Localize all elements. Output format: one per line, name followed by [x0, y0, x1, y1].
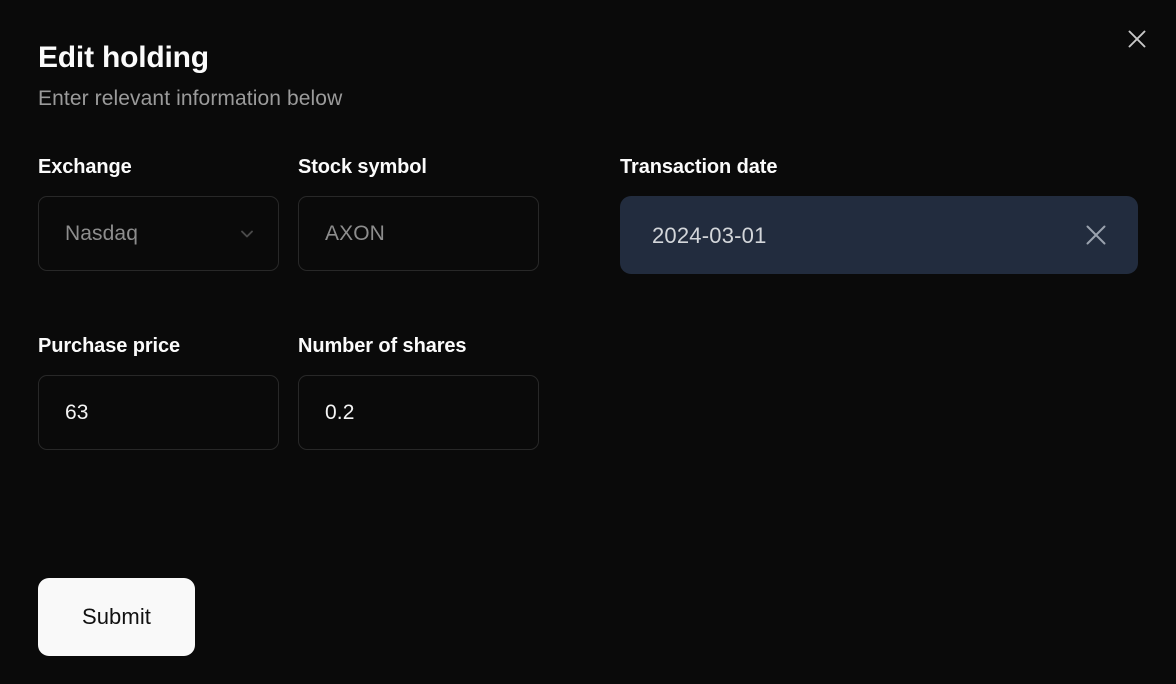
field-empty-spacer: [620, 334, 1138, 450]
transaction-date-control-wrap: 2024-03-01: [620, 196, 1138, 274]
close-button[interactable]: [1120, 22, 1154, 56]
transaction-date-label: Transaction date: [620, 156, 778, 178]
field-exchange: Exchange Nasdaq: [38, 155, 298, 274]
modal-subtitle: Enter relevant information below: [38, 87, 343, 110]
transaction-date-input[interactable]: 2024-03-01: [620, 196, 1138, 274]
field-purchase-price: Purchase price 63: [38, 334, 298, 450]
purchase-price-input[interactable]: 63: [38, 375, 279, 450]
purchase-price-label: Purchase price: [38, 335, 181, 357]
edit-holding-modal: Edit holding Enter relevant information …: [0, 0, 1176, 684]
number-of-shares-value: 0.2: [325, 400, 355, 424]
field-number-of-shares: Number of shares 0.2: [298, 334, 620, 450]
number-of-shares-input[interactable]: 0.2: [298, 375, 539, 450]
number-of-shares-label: Number of shares: [298, 335, 467, 357]
field-transaction-date: Transaction date 2024-03-01: [620, 155, 1138, 274]
exchange-selected-value: Nasdaq: [65, 221, 138, 245]
close-icon: [1126, 28, 1148, 50]
purchase-price-control-wrap: 63: [38, 375, 298, 450]
submit-button[interactable]: Submit: [38, 578, 195, 656]
purchase-price-value: 63: [65, 400, 89, 424]
exchange-control-wrap: Nasdaq: [38, 196, 298, 271]
number-of-shares-control-wrap: 0.2: [298, 375, 620, 450]
stock-symbol-label: Stock symbol: [298, 156, 427, 178]
modal-header: Edit holding Enter relevant information …: [38, 40, 1138, 112]
stock-symbol-input[interactable]: AXON: [298, 196, 539, 271]
holding-form: Exchange Nasdaq Stock symbol AXON Transa…: [38, 155, 1138, 450]
stock-symbol-control-wrap: AXON: [298, 196, 620, 271]
page-title: Edit holding: [38, 41, 209, 74]
field-stock-symbol: Stock symbol AXON: [298, 155, 620, 274]
clear-date-icon[interactable]: [1082, 221, 1110, 249]
exchange-select[interactable]: Nasdaq: [38, 196, 279, 271]
exchange-label: Exchange: [38, 156, 132, 178]
chevron-down-icon: [237, 224, 257, 244]
stock-symbol-value: AXON: [325, 221, 385, 245]
transaction-date-value: 2024-03-01: [652, 222, 767, 248]
